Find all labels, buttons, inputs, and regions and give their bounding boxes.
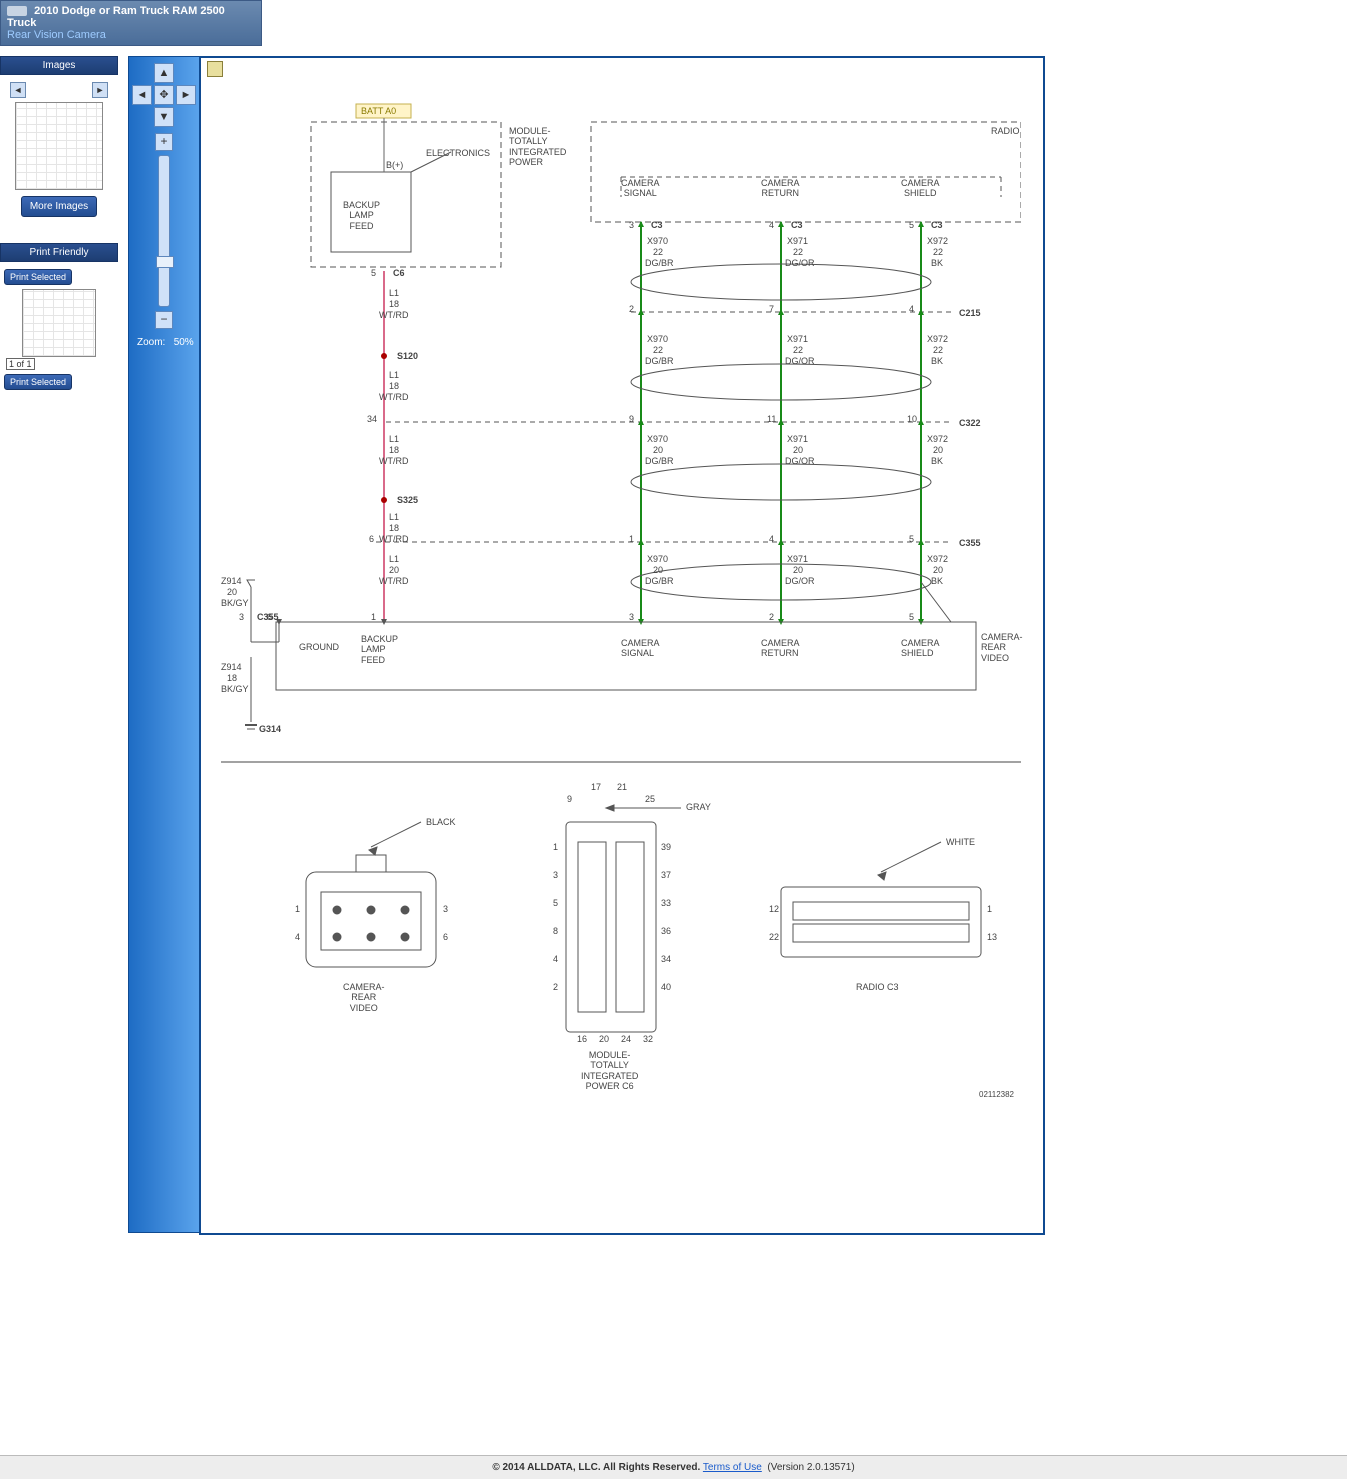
zoom-in-button[interactable]: + [155,133,173,151]
print-heading: Print Friendly [0,243,118,262]
pan-right-button[interactable]: ► [176,85,196,105]
pan-up-button[interactable]: ▲ [154,63,174,83]
zoom-slider-knob[interactable] [156,256,174,268]
version: (Version 2.0.13571) [767,1462,854,1473]
print-selected-button-top[interactable]: Print Selected [4,269,72,285]
save-icon[interactable] [207,61,223,77]
prev-image-button[interactable]: ◄ [10,82,26,98]
image-thumbnail[interactable] [15,102,103,190]
zoom-label: Zoom: 50% [137,337,199,348]
next-image-button[interactable]: ► [92,82,108,98]
print-thumbnail[interactable] [22,289,96,357]
page-subtitle: Rear Vision Camera [7,29,106,41]
wiring-diagram: BATT A0 B(+) ELECTRONICS MODULE- TOTALLY… [221,82,1021,1222]
pan-pad: ▲ ◄✥► ▼ [131,63,197,127]
print-selected-button-bottom[interactable]: Print Selected [4,374,72,390]
more-images-button[interactable]: More Images [21,196,97,217]
thumb-caption: 1 of 1 [6,358,35,370]
image-nav: ◄ ► [0,78,118,102]
images-heading: Images [0,56,118,75]
car-icon [7,6,27,16]
zoom-out-button[interactable]: − [155,311,173,329]
pan-down-button[interactable]: ▼ [154,107,174,127]
terms-link[interactable]: Terms of Use [703,1462,762,1473]
header: 2010 Dodge or Ram Truck RAM 2500 Truck R… [0,0,262,46]
footer: © 2014 ALLDATA, LLC. All Rights Reserved… [0,1455,1347,1479]
sidebar: Images ◄ ► More Images Print Friendly Pr… [0,56,118,394]
zoom-panel: ▲ ◄✥► ▼ + − Zoom: 50% [128,56,200,1233]
copyright: © 2014 ALLDATA, LLC. All Rights Reserved… [492,1462,700,1473]
pan-left-button[interactable]: ◄ [132,85,152,105]
batt-label: BATT A0 [361,106,396,116]
pan-center-button[interactable]: ✥ [154,85,174,105]
page-title: 2010 Dodge or Ram Truck RAM 2500 Truck [7,5,225,29]
zoom-slider[interactable] [158,155,170,307]
diagram-viewer[interactable]: BATT A0 B(+) ELECTRONICS MODULE- TOTALLY… [199,56,1045,1235]
